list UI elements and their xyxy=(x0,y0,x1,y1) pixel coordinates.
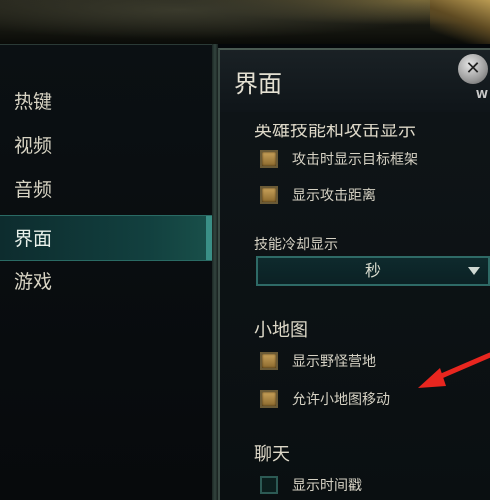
settings-window: 热键 视频 音频 界面 游戏 界面 ✕ W 英雄技能和攻击显示 攻击时显示目标框… xyxy=(0,0,490,500)
red-arrow-annotation xyxy=(418,352,490,388)
